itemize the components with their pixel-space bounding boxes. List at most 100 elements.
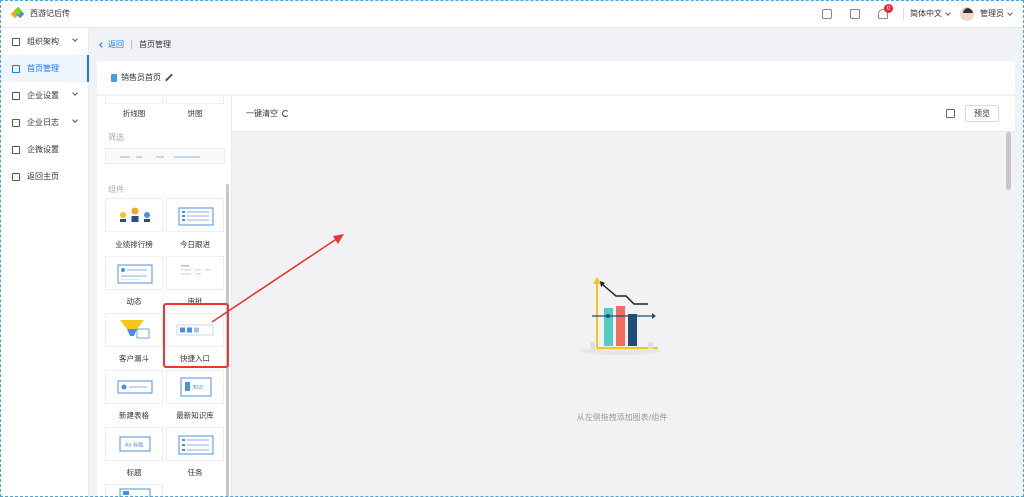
component-new-table[interactable] (105, 370, 163, 404)
clear-all-label: 一键清空 (246, 109, 278, 118)
chevron-left-icon (99, 41, 105, 48)
log-icon (12, 118, 20, 127)
component-label: 新建表格 (119, 411, 149, 420)
sidebar-item-org[interactable]: 组织架构 (0, 28, 88, 55)
preview-button[interactable]: 预览 (965, 105, 999, 122)
sidebar-item-label: 企业日志 (27, 118, 59, 127)
user-menu[interactable]: 管理员 (980, 8, 1013, 19)
component-heading[interactable]: Aa 标题 (105, 427, 163, 461)
chevron-down-icon (72, 36, 78, 42)
breadcrumb-current: 首页管理 (139, 40, 171, 49)
app-name: 西游记后传 (30, 9, 70, 18)
sidebar-item-label: 企微设置 (27, 145, 59, 154)
sidebar: 组织架构 首页管理 企业设置 企业日志 企微设置 返回主页 (0, 28, 89, 497)
clear-all-button[interactable]: 一键清空 (246, 108, 289, 119)
sidebar-item-wecom-settings[interactable]: 企微设置 (0, 136, 88, 163)
right-gutter (1015, 61, 1024, 497)
app-logo-icon (10, 6, 25, 20)
notification-badge: 0 (884, 3, 893, 13)
component-label: 快捷入口 (180, 354, 210, 363)
task-thumbnail-icon (178, 435, 214, 455)
component-approval[interactable] (166, 256, 224, 290)
component-label: 任务 (187, 468, 203, 477)
component-label: 业绩排行榜 (115, 240, 153, 249)
back-label: 返回 (108, 40, 124, 49)
chevron-down-icon (945, 9, 951, 16)
component-filter[interactable] (105, 148, 225, 164)
component-latest-knowledge[interactable]: 知识 (166, 370, 224, 404)
canvas-scrollbar[interactable] (1006, 132, 1011, 190)
empty-chart-illustration (580, 277, 660, 355)
knowledge-thumbnail-icon: 知识 (180, 377, 212, 397)
sidebar-item-return-home[interactable]: 返回主页 (0, 163, 88, 190)
component-label: 今日跟进 (180, 240, 210, 249)
chevron-down-icon (72, 117, 78, 123)
component-pie-chart[interactable] (166, 96, 224, 104)
component-quick-entry[interactable] (166, 313, 224, 347)
component-task[interactable] (166, 427, 224, 461)
sidebar-item-label: 返回主页 (27, 172, 59, 181)
heading-thumbnail-icon: Aa 标题 (119, 436, 151, 452)
component-label: 饼图 (187, 109, 203, 118)
sidebar-item-home-manage[interactable]: 首页管理 (0, 55, 89, 82)
grid-icon (12, 145, 20, 154)
refresh-icon (282, 110, 289, 117)
component-panel: 折线图 饼图 筛选 组件 业绩排行榜 今日跟进 动态 审批 客户漏斗 快捷入口 … (97, 96, 232, 497)
language-label: 简体中文 (910, 9, 942, 18)
quick-entry-thumbnail-icon (176, 324, 214, 336)
user-name: 管理员 (980, 9, 1004, 18)
section-title-widgets: 组件 (108, 185, 124, 194)
top-bar: 西游记后传 0 简体中文 管理员 (0, 0, 1024, 28)
avatar[interactable] (960, 6, 974, 21)
building-icon (12, 91, 20, 100)
sidebar-item-enterprise-settings[interactable]: 企业设置 (0, 82, 88, 109)
component-customer-funnel[interactable] (105, 313, 163, 347)
table-thumbnail-icon (117, 380, 153, 394)
panel-scrollbar[interactable] (226, 184, 229, 497)
language-selector[interactable]: 简体中文 (910, 8, 951, 19)
knowledge-thumb-text: 知识 (193, 384, 203, 391)
section-title-filter: 筛选 (108, 133, 124, 142)
sidebar-item-enterprise-log[interactable]: 企业日志 (0, 109, 88, 136)
funnel-thumbnail-icon (120, 320, 150, 339)
empty-canvas-hint: 从左侧拖拽添加图表/组件 (576, 413, 668, 422)
component-label: 客户漏斗 (119, 354, 149, 363)
page-title-bar: 销售员首页 (97, 61, 1015, 94)
edit-pencil-icon[interactable] (165, 74, 173, 82)
component-today-follow[interactable] (166, 198, 224, 232)
divider (903, 7, 904, 20)
more-thumbnail-icon (119, 488, 151, 497)
approval-thumbnail-icon (181, 265, 211, 275)
drop-area[interactable]: 从左侧拖拽添加图表/组件 (232, 132, 1015, 497)
back-link[interactable]: 返回 (99, 39, 124, 50)
return-icon (12, 172, 20, 181)
document-icon (111, 73, 117, 82)
activity-thumbnail-icon (117, 264, 153, 284)
component-label: 折线图 (122, 109, 146, 118)
breadcrumb: 返回 首页管理 (89, 28, 1024, 61)
component-line-chart[interactable] (105, 96, 163, 104)
component-label: 动态 (126, 297, 142, 306)
canvas-toolbar: 一键清空 预览 (232, 96, 1015, 132)
notification-bell-icon[interactable]: 0 (878, 3, 893, 19)
home-icon (12, 64, 20, 73)
chevron-down-icon (72, 90, 78, 96)
component-more[interactable] (105, 484, 163, 497)
component-label: 标题 (126, 468, 142, 477)
theme-icon[interactable] (946, 109, 955, 118)
screen-icon[interactable] (822, 8, 832, 19)
list-thumbnail-icon (178, 207, 214, 226)
org-tree-icon (12, 37, 20, 46)
chevron-down-icon (1007, 9, 1013, 16)
theme-icon[interactable] (850, 8, 860, 19)
component-sales-ranking[interactable] (105, 198, 163, 232)
page-title: 销售员首页 (121, 73, 161, 82)
ranking-thumbnail-icon (120, 207, 150, 222)
sidebar-item-label: 组织架构 (27, 37, 59, 46)
sidebar-item-label: 企业设置 (27, 91, 59, 100)
component-activity[interactable] (105, 256, 163, 290)
component-label: 最新知识库 (176, 411, 214, 420)
heading-thumb-text: Aa 标题 (125, 442, 143, 449)
sidebar-item-label: 首页管理 (27, 64, 59, 73)
component-label: 审批 (187, 297, 203, 306)
